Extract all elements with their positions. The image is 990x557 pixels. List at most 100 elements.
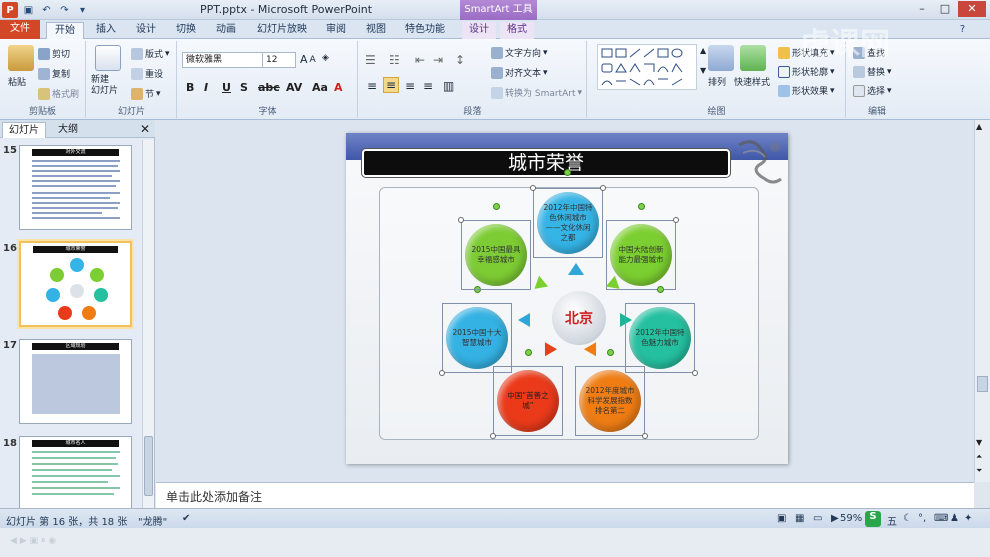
ime-mode[interactable]: 五	[887, 513, 897, 528]
change-case-button[interactable]: Aa	[312, 81, 328, 94]
resize-handle[interactable]	[530, 185, 536, 191]
slide-thumbnail-17[interactable]: 区域规划	[19, 339, 132, 424]
keyboard-icon[interactable]: ⌨	[934, 513, 948, 524]
panel-scrollbar[interactable]	[142, 140, 154, 508]
close-button[interactable]: ✕	[958, 1, 986, 17]
honor-circle-4[interactable]: 2012年度城市科学发展指数排名第二	[579, 370, 641, 432]
text-direction-button[interactable]: 文字方向 ▾	[491, 46, 548, 59]
rotate-handle[interactable]	[638, 203, 645, 210]
align-text-button[interactable]: 对齐文本 ▾	[491, 66, 548, 79]
notes-pane[interactable]: 单击此处添加备注	[156, 482, 974, 508]
honor-circle-1[interactable]: 2012年中国特色休闲城市——文化休闲之都	[537, 192, 599, 254]
justify-icon[interactable]: ≡	[423, 79, 433, 93]
tab-insert[interactable]: 插入	[90, 22, 122, 39]
save-icon[interactable]: ▣	[21, 3, 36, 18]
slide-thumbnail-16[interactable]: 城市荣誉	[19, 241, 132, 327]
section-button[interactable]: 节 ▾	[131, 87, 161, 100]
settings-icon[interactable]: ✦	[964, 513, 972, 524]
slide-thumbnail-18[interactable]: 城市名人	[19, 436, 132, 508]
honor-circle-7[interactable]: 2015中国最具幸福感城市	[465, 224, 527, 286]
new-slide-button[interactable]: 新建 幻灯片	[91, 75, 118, 97]
honor-circle-2[interactable]: 中国大陆创新能力最强城市	[610, 224, 672, 286]
shape-effects-button[interactable]: 形状效果 ▾	[778, 84, 835, 97]
font-name-field[interactable]: 微软雅黑	[182, 52, 264, 68]
slide-scrollbar[interactable]: ▲ ▼ ⏶ ⏷	[974, 120, 990, 482]
resize-handle[interactable]	[692, 370, 698, 376]
rotate-handle[interactable]	[657, 286, 664, 293]
tab-view[interactable]: 视图	[360, 22, 392, 39]
format-painter-button[interactable]: 格式刷	[38, 87, 79, 100]
bold-button[interactable]: B	[186, 81, 194, 94]
resize-handle[interactable]	[600, 185, 606, 191]
center-circle[interactable]: 北京	[552, 291, 606, 345]
align-center-icon[interactable]: ≡	[383, 77, 400, 93]
shape-gallery-scroll-up[interactable]: ▲	[700, 46, 706, 55]
minimize-button[interactable]: –	[912, 1, 932, 17]
convert-smartart-button[interactable]: 转换为 SmartArt ▾	[491, 86, 582, 99]
align-left-icon[interactable]: ≡	[367, 79, 377, 93]
line-spacing-icon[interactable]: ↕	[455, 53, 465, 67]
font-color-button[interactable]: A	[334, 81, 343, 94]
resize-handle[interactable]	[439, 370, 445, 376]
slide-title[interactable]: 城市荣誉	[362, 149, 730, 177]
maximize-button[interactable]: □	[935, 1, 955, 17]
underline-button[interactable]: U	[222, 81, 231, 94]
tab-slideshow[interactable]: 幻灯片放映	[252, 22, 312, 39]
spelling-check-icon[interactable]: ✔	[182, 513, 190, 524]
slide-sorter-icon[interactable]: ▦	[795, 513, 804, 524]
honor-circle-6[interactable]: 2015中国十大智慧城市	[446, 307, 508, 369]
normal-view-icon[interactable]: ▣	[777, 513, 786, 524]
tab-home[interactable]: 开始	[46, 22, 84, 39]
replace-button[interactable]: 替换 ▾	[853, 65, 892, 78]
tab-smartart-format[interactable]: 格式	[500, 22, 534, 39]
shape-outline-button[interactable]: 形状轮廓 ▾	[778, 65, 835, 78]
moon-icon[interactable]: ☾	[903, 513, 912, 524]
rotate-handle[interactable]	[607, 349, 614, 356]
undo-icon[interactable]: ↶	[39, 3, 54, 18]
paste-icon[interactable]	[8, 45, 34, 71]
numbering-icon[interactable]: ☷	[389, 53, 400, 67]
clear-format-icon[interactable]: ◈	[322, 53, 329, 63]
scroll-thumb[interactable]	[977, 376, 988, 392]
reset-button[interactable]: 重设	[131, 67, 163, 80]
shape-gallery-scroll-down[interactable]: ▼	[700, 66, 706, 75]
resize-handle[interactable]	[458, 217, 464, 223]
tab-outline[interactable]: 大纲	[50, 122, 86, 138]
copy-button[interactable]: 复制	[38, 67, 70, 80]
char-spacing-button[interactable]: AV	[286, 81, 302, 94]
select-button[interactable]: 选择 ▾	[853, 84, 892, 97]
honor-circle-5[interactable]: 中国“首善之城”	[497, 370, 559, 432]
decrease-indent-icon[interactable]: ⇤	[415, 53, 425, 67]
slide[interactable]: 城市荣誉 北京 2012年中国特色休闲城市——文化休闲之都 中国大陆创新能力最强…	[346, 133, 788, 464]
punctuation-icon[interactable]: °,	[918, 513, 926, 524]
rotate-handle[interactable]	[564, 169, 571, 176]
shapes-gallery[interactable]	[597, 44, 697, 90]
rotate-handle[interactable]	[525, 349, 532, 356]
columns-icon[interactable]: ▥	[443, 79, 454, 93]
next-slide-icon[interactable]: ⏷	[976, 466, 982, 476]
notes-placeholder[interactable]: 单击此处添加备注	[166, 488, 262, 505]
resize-handle[interactable]	[642, 433, 648, 439]
tab-file[interactable]: 文件	[0, 20, 40, 39]
tab-smartart-design[interactable]: 设计	[462, 22, 496, 39]
slideshow-icon[interactable]: ▶	[831, 513, 839, 524]
help-icon[interactable]: ?	[955, 22, 970, 37]
tab-slides[interactable]: 幻灯片	[2, 122, 46, 138]
reading-view-icon[interactable]: ▭	[813, 513, 822, 524]
bullets-icon[interactable]: ☰	[365, 53, 376, 67]
previous-slide-icon[interactable]: ⏶	[976, 452, 982, 462]
honor-circle-3[interactable]: 2012年中国特色魅力城市	[629, 307, 691, 369]
slide-thumbnail-15[interactable]: 对外交流	[19, 145, 132, 230]
panel-scroll-thumb[interactable]	[144, 436, 153, 496]
align-right-icon[interactable]: ≡	[405, 79, 415, 93]
user-icon[interactable]: ♟	[950, 513, 959, 524]
font-size-field[interactable]: 12	[262, 52, 296, 68]
redo-icon[interactable]: ↷	[57, 3, 72, 18]
layout-button[interactable]: 版式 ▾	[131, 47, 170, 60]
increase-indent-icon[interactable]: ⇥	[433, 53, 443, 67]
paste-button[interactable]: 粘贴	[8, 75, 26, 88]
new-slide-icon[interactable]	[95, 45, 121, 71]
zoom-level[interactable]: 59%	[840, 513, 862, 524]
ime-logo-icon[interactable]: S	[865, 511, 881, 527]
tab-review[interactable]: 审阅	[320, 22, 352, 39]
